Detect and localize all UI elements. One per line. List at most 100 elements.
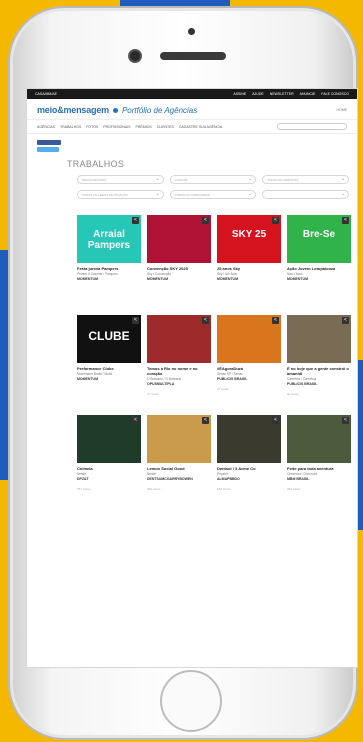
work-title[interactable]: Temos a Rio no nome e no coração — [147, 366, 211, 376]
work-card[interactable]: < #ÉAgoraDuzá Senac SP / Senac PUBLICIS BRA… — [217, 315, 281, 391]
work-thumbnail[interactable]: < — [147, 415, 211, 463]
work-title[interactable]: Festa junina Pampers — [77, 266, 141, 271]
work-card[interactable]: < Arraial Pampers Festa junina Pampers Proc… — [77, 215, 141, 287]
work-card[interactable]: < Temos a Rio no nome e no coração O Botic… — [147, 315, 211, 396]
filter-area[interactable]: TODAS AS ÁREAS DE ATUAÇÃO — [77, 190, 164, 199]
work-card[interactable]: < Dentsol / 3 Acme Co Pepsico ALMAPBBDO 182 … — [217, 415, 281, 491]
facebook-like-button[interactable] — [37, 140, 61, 145]
topbar-link[interactable]: FALE CONOSCO — [321, 92, 349, 96]
share-icon[interactable]: < — [132, 317, 139, 324]
work-card[interactable]: < SKY 25 25 anos Sky Sky / Alô Sola MOMENTUM — [217, 215, 281, 287]
nav-item[interactable]: PROFISSIONAIS — [103, 125, 130, 129]
work-thumbnail[interactable]: < — [217, 315, 281, 363]
work-card[interactable]: < CLUBE Performance Clube Momentum Brasil /… — [77, 315, 141, 387]
tweet-button[interactable] — [37, 147, 59, 152]
work-title[interactable]: Colmeia — [77, 466, 141, 471]
work-card[interactable]: < Colmeia Nestlé DPZ&T 757 views — [77, 415, 141, 491]
work-title[interactable]: Ação Jovem Lotopalooza — [287, 266, 351, 271]
work-title[interactable]: É no hoje que a gente constrói o amanhã — [287, 366, 351, 376]
share-icon[interactable]: < — [202, 417, 209, 424]
work-card[interactable]: < Convenção SKY 2025 Sky / Convenção MOMENT… — [147, 215, 211, 287]
work-title[interactable]: Convenção SKY 2025 — [147, 266, 211, 271]
work-card[interactable]: < Bre-Se Ação Jovem Lotopalooza Nacl / Nacl… — [287, 215, 351, 287]
work-agency[interactable]: MOMENTUM — [77, 277, 141, 281]
filter-search[interactable] — [262, 190, 350, 199]
work-agency[interactable]: ALMAPBBDO — [217, 477, 281, 481]
work-thumbnail[interactable]: < CLUBE — [77, 315, 141, 363]
nav-item[interactable]: PRÊMIOS — [136, 125, 152, 129]
share-icon[interactable]: < — [272, 417, 279, 424]
work-agency[interactable]: MOMENTUM — [217, 277, 281, 281]
work-client: Momentum Brasil / Mobil — [77, 372, 113, 376]
phone-screen: CASA/MM/AE ASSINE AJUDE NEWSLETTER ANUNC… — [26, 88, 358, 668]
work-card[interactable]: < Feito para toda aventura Chevrolet / Che… — [287, 415, 351, 491]
work-title[interactable]: Feito para toda aventura — [287, 466, 351, 471]
work-client: Nestlé — [77, 472, 87, 476]
share-icon[interactable]: < — [342, 217, 349, 224]
work-thumbnail[interactable]: < — [147, 215, 211, 263]
work-thumbnail[interactable]: < Arraial Pampers — [77, 215, 141, 263]
work-agency[interactable]: MOMENTUM — [147, 277, 211, 281]
work-title[interactable]: #ÉAgoraDuzá — [217, 366, 281, 371]
work-agency[interactable]: DPZ&T — [77, 477, 141, 481]
phone-speaker — [160, 52, 226, 60]
share-icon[interactable]: < — [132, 417, 139, 424]
work-agency[interactable]: MOMENTUM — [287, 277, 351, 281]
work-thumbnail[interactable]: < — [147, 315, 211, 363]
work-thumbnail[interactable]: < — [217, 415, 281, 463]
work-thumbnail[interactable]: < — [287, 315, 351, 363]
home-button[interactable] — [160, 670, 222, 732]
share-icon[interactable]: < — [342, 317, 349, 324]
share-icon[interactable]: < — [342, 417, 349, 424]
brand-row: meio&mensagem Portfólio de Agências HOME — [27, 99, 357, 119]
work-client: Procter & Gamble / Pampers — [77, 272, 118, 276]
site-logo[interactable]: meio&mensagem — [37, 105, 109, 115]
work-views: 30 views — [287, 392, 299, 396]
work-agency[interactable]: MOMENTUM — [77, 377, 141, 381]
thumbnail-label: SKY 25 — [231, 229, 267, 240]
work-thumbnail[interactable]: < SKY 25 — [217, 215, 281, 263]
filter-category[interactable]: TODAS AS CATEGORIAS — [169, 190, 257, 199]
nav-item[interactable]: TRABALHOS — [60, 125, 81, 129]
work-agency[interactable]: PUBLICIS BRASIL — [287, 382, 351, 386]
work-client: O Boticário / O Boticário — [147, 377, 182, 381]
work-agency[interactable]: DENTSUMCGARRYBOWEN — [147, 477, 211, 481]
work-title[interactable]: Lemon Social Good — [147, 466, 211, 471]
work-agency[interactable]: OPUSMULTIPLA — [147, 382, 211, 386]
nav-item[interactable]: CADASTRE SUA AGÊNCIA — [179, 125, 223, 129]
work-client: Senac SP / Senac — [217, 372, 243, 376]
thumbnail-label: CLUBE — [88, 329, 130, 343]
site-topbar: CASA/MM/AE ASSINE AJUDE NEWSLETTER ANUNC… — [27, 89, 357, 99]
work-title[interactable]: Dentsol / 3 Acme Co — [217, 466, 281, 471]
topbar-link[interactable]: ASSINE — [233, 92, 246, 96]
work-card[interactable]: < Lemon Social Good Nestlé DENTSUMCGARRYBOW… — [147, 415, 211, 491]
nav-item[interactable]: AGÊNCIAS — [37, 125, 55, 129]
share-icon[interactable]: < — [202, 317, 209, 324]
nav-item[interactable]: FOTOS — [86, 125, 98, 129]
filter-region[interactable]: REGIÃO/ESTADO — [77, 175, 164, 184]
work-title[interactable]: Performance Clube — [77, 366, 141, 371]
search-input[interactable] — [277, 123, 347, 130]
topbar-link[interactable]: ANUNCIE — [300, 92, 316, 96]
filter-client[interactable]: CLIENTE — [169, 175, 257, 184]
work-thumbnail[interactable]: < — [287, 415, 351, 463]
share-icon[interactable]: < — [132, 217, 139, 224]
work-card[interactable]: < É no hoje que a gente constrói o amanhã… — [287, 315, 351, 396]
share-icon[interactable]: < — [272, 317, 279, 324]
work-title[interactable]: 25 anos Sky — [217, 266, 281, 271]
topbar-link[interactable]: AJUDE — [252, 92, 263, 96]
work-agency[interactable]: MBM BRASIL — [287, 477, 351, 481]
topbar-brand: CASA/MM/AE — [35, 92, 57, 96]
work-thumbnail[interactable]: < — [77, 415, 141, 463]
share-icon[interactable]: < — [202, 217, 209, 224]
work-agency[interactable]: PUBLICIS BRASIL — [217, 377, 281, 381]
work-thumbnail[interactable]: < Bre-Se — [287, 215, 351, 263]
nav-item[interactable]: CLIENTES — [157, 125, 174, 129]
work-views: 394 views — [287, 487, 301, 491]
work-views: 366 views — [147, 487, 161, 491]
home-link[interactable]: HOME — [337, 108, 348, 112]
social-buttons — [27, 134, 357, 152]
filter-agency[interactable]: TODAS AS AGÊNCIAS — [262, 175, 350, 184]
topbar-link[interactable]: NEWSLETTER — [270, 92, 294, 96]
share-icon[interactable]: < — [272, 217, 279, 224]
